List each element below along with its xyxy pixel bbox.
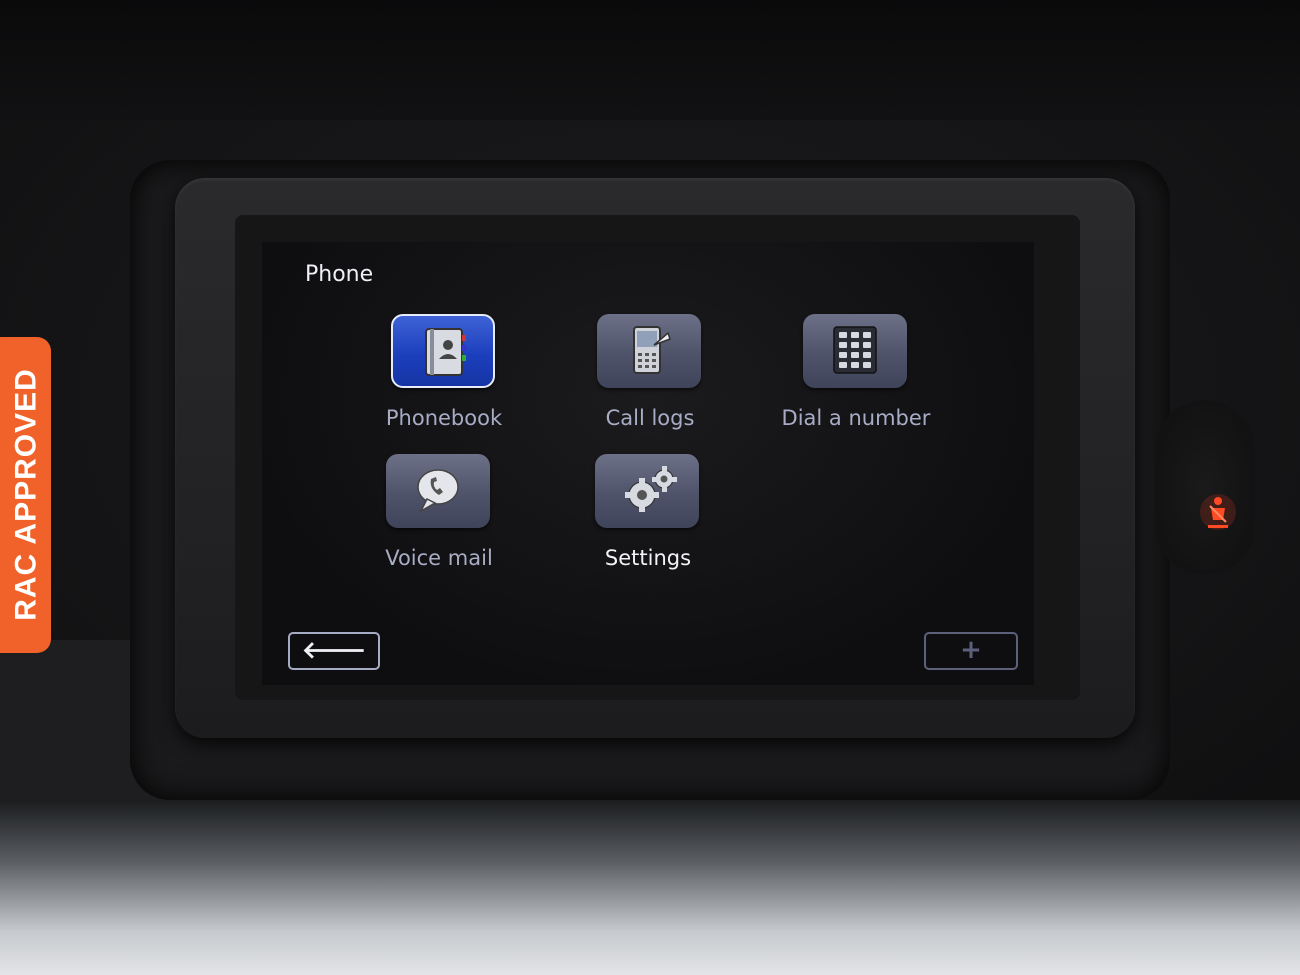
phonebook-icon: [425, 328, 466, 376]
back-arrow-icon: 🡐: [301, 636, 367, 664]
tile-settings[interactable]: Settings: [548, 454, 748, 594]
voice-mail-icon: [417, 469, 459, 513]
screen-title: Phone: [305, 262, 374, 287]
call-logs-icon: [633, 326, 671, 374]
plus-icon: +: [960, 635, 982, 665]
foreground-surface: [0, 800, 1300, 975]
tile-voice-mail[interactable]: Voice mail: [339, 454, 539, 594]
tile-dial-a-number[interactable]: Dial a number: [756, 314, 956, 454]
tile-label-dial-a-number: Dial a number: [781, 406, 931, 430]
rac-approved-badge: RAC APPROVED: [0, 337, 51, 653]
infotainment-screen: Phone Phonebook Call logs Dial a number …: [262, 242, 1034, 685]
call-logs-icon-box[interactable]: [597, 314, 701, 388]
rac-approved-text: RAC APPROVED: [9, 368, 43, 621]
tile-label-phonebook: Phonebook: [385, 406, 503, 430]
keypad-icon-box[interactable]: [803, 314, 907, 388]
tile-phonebook[interactable]: Phonebook: [344, 314, 544, 454]
warning-light-pod: [1155, 400, 1255, 575]
gears-icon-box[interactable]: [595, 454, 699, 528]
back-button[interactable]: 🡐: [288, 632, 380, 670]
keypad-icon: [833, 326, 877, 374]
seatbelt-warning-icon: [1200, 494, 1236, 530]
phonebook-icon-box[interactable]: [391, 314, 495, 388]
tile-label-call-logs: Call logs: [605, 406, 695, 430]
add-button[interactable]: +: [924, 632, 1018, 670]
tile-label-settings: Settings: [604, 546, 692, 570]
tile-label-voice-mail: Voice mail: [385, 546, 493, 570]
voice-mail-icon-box[interactable]: [386, 454, 490, 528]
gears-icon: [625, 466, 677, 512]
tile-call-logs[interactable]: Call logs: [550, 314, 750, 454]
